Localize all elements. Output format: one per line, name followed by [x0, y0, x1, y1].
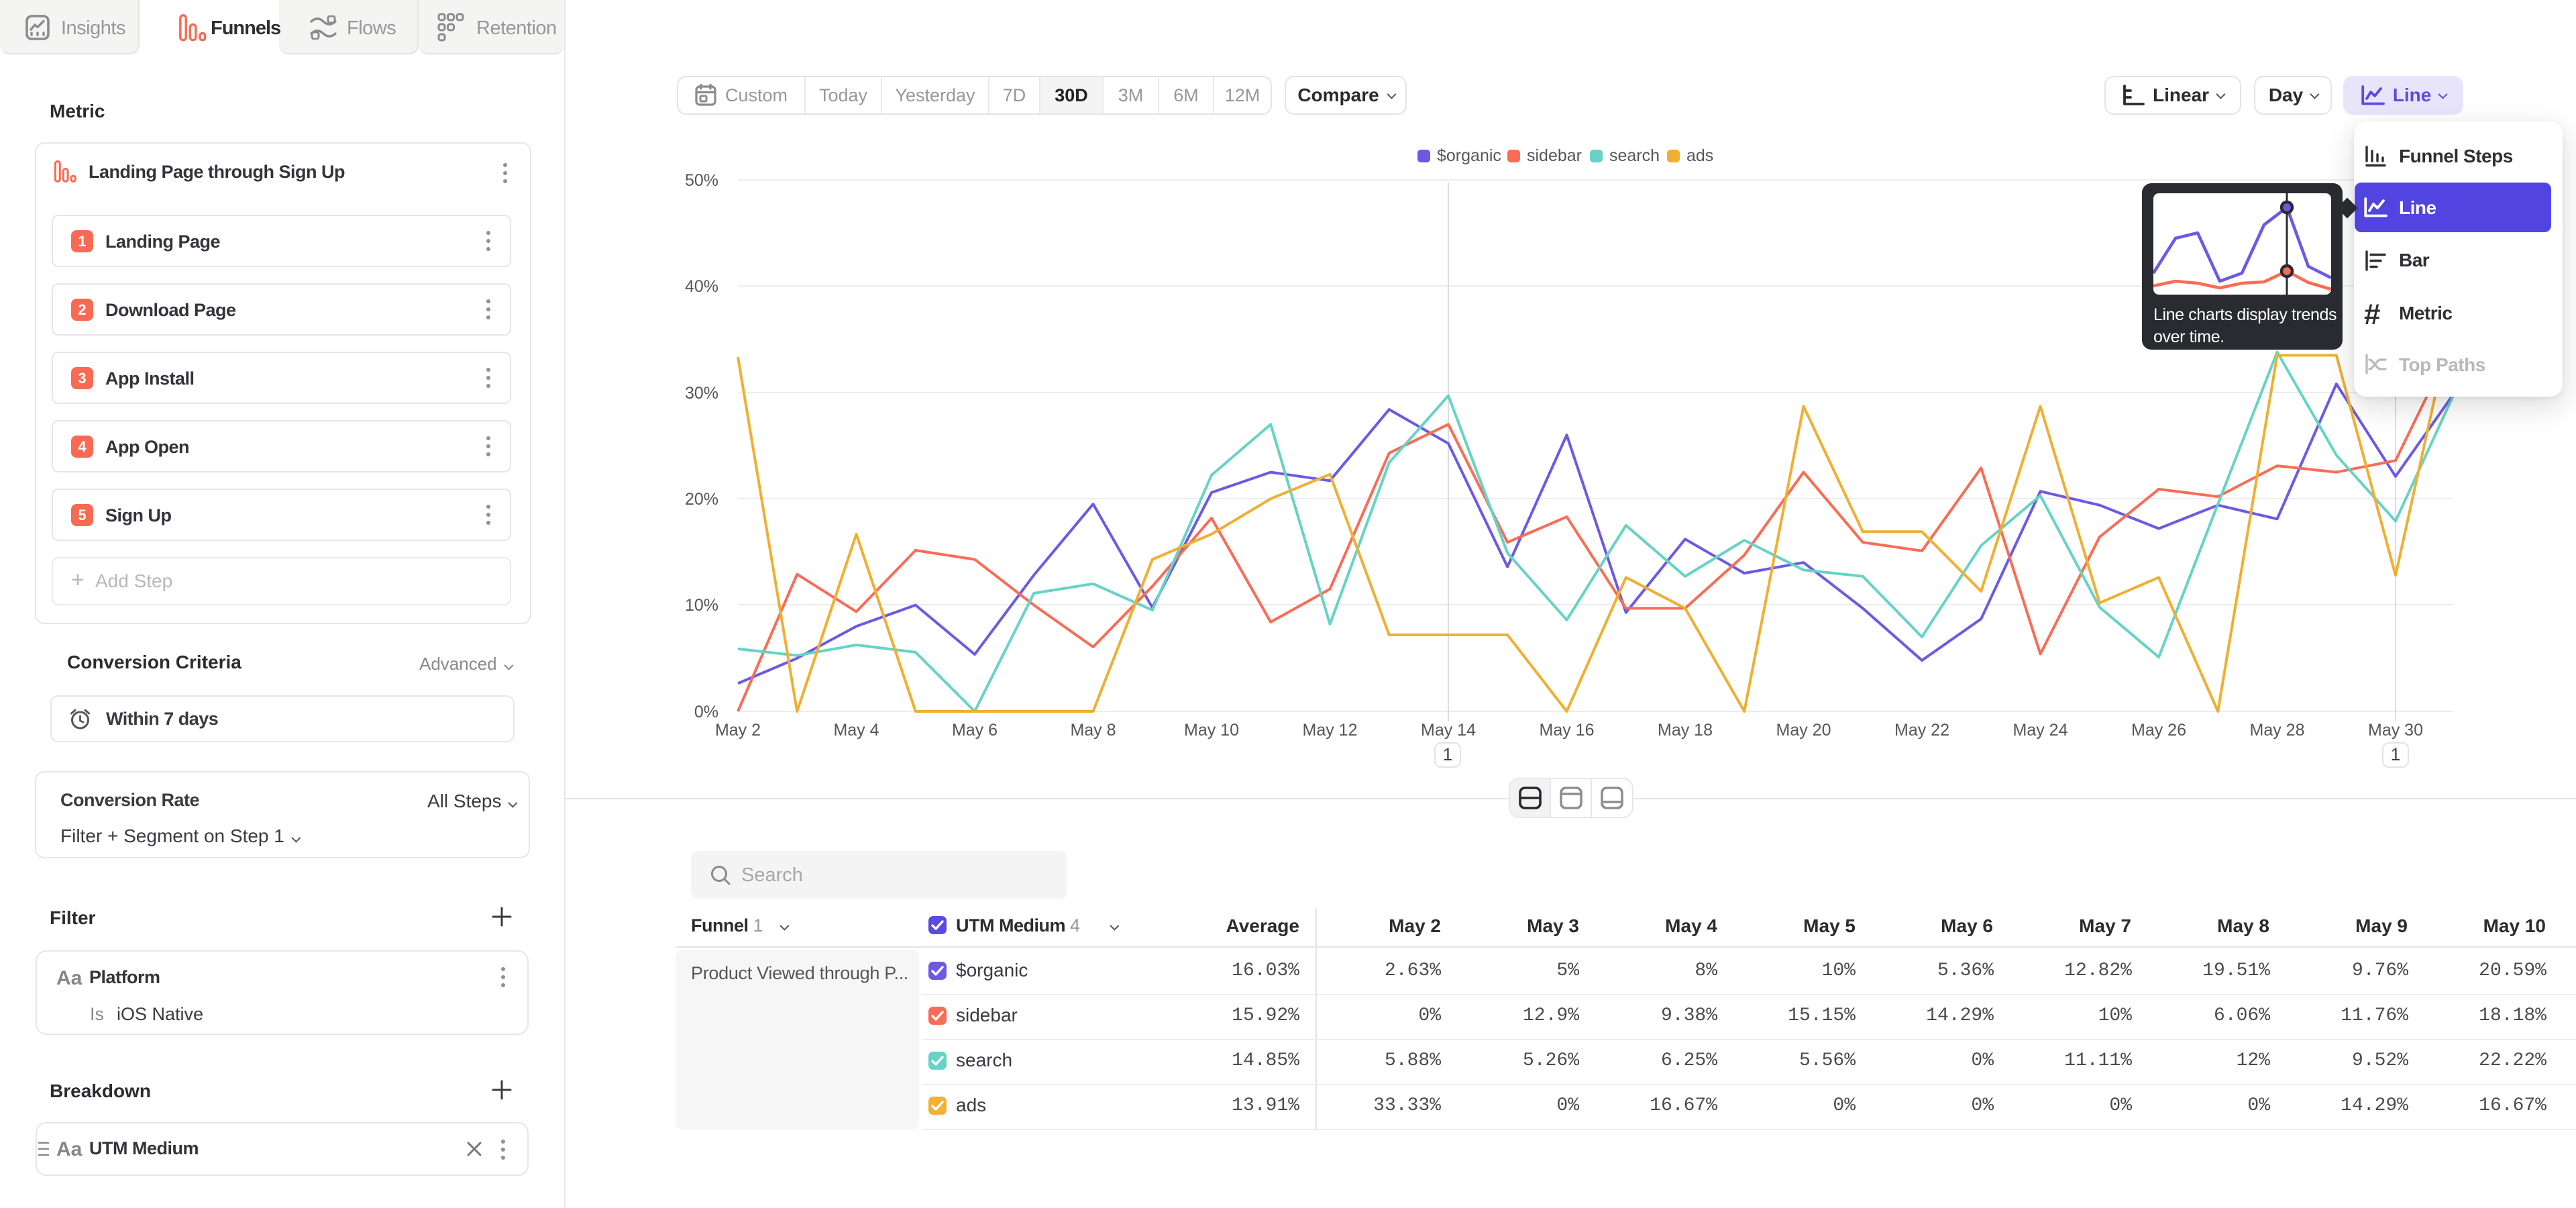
svg-text:May 22: May 22: [1894, 721, 1949, 740]
svg-text:May 16: May 16: [1540, 721, 1595, 740]
svg-text:0%: 0%: [694, 703, 718, 721]
svg-text:May 18: May 18: [1658, 721, 1713, 740]
svg-text:May 12: May 12: [1303, 721, 1358, 740]
svg-text:10%: 10%: [685, 596, 718, 615]
svg-text:May 30: May 30: [2368, 721, 2423, 740]
svg-text:May 24: May 24: [2013, 721, 2068, 740]
svg-text:May 28: May 28: [2250, 721, 2305, 740]
svg-text:May 14: May 14: [1421, 721, 1476, 740]
svg-text:30%: 30%: [685, 384, 718, 403]
svg-text:May 26: May 26: [2131, 721, 2186, 740]
svg-text:20%: 20%: [685, 490, 718, 509]
svg-text:May 20: May 20: [1776, 721, 1831, 740]
svg-text:40%: 40%: [685, 277, 718, 296]
svg-text:May 6: May 6: [952, 721, 998, 740]
svg-text:May 8: May 8: [1070, 721, 1116, 740]
svg-text:50%: 50%: [685, 171, 718, 190]
svg-text:May 2: May 2: [715, 721, 761, 740]
svg-text:May 10: May 10: [1184, 721, 1239, 740]
svg-text:May 4: May 4: [833, 721, 879, 740]
svg-text:1: 1: [2391, 744, 2400, 764]
svg-text:1: 1: [1443, 744, 1452, 764]
